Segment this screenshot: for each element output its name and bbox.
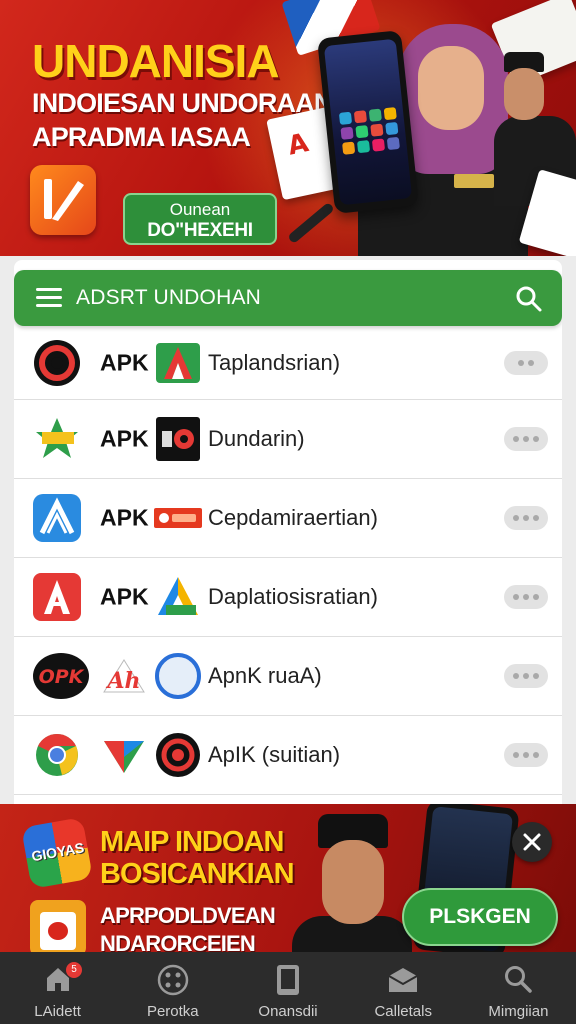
more-options-button[interactable] bbox=[504, 506, 548, 530]
ad-logo-text: GIOYAS bbox=[30, 839, 86, 865]
more-options-button[interactable] bbox=[504, 743, 548, 767]
a-script-logo-icon: Ah bbox=[100, 652, 148, 700]
list-item[interactable]: ApIK (suitian) bbox=[14, 716, 562, 795]
phone-icon bbox=[277, 965, 299, 995]
swirl-logo-icon bbox=[32, 338, 82, 388]
nav-label: Calletals bbox=[374, 1003, 432, 1020]
apps-grid-icon bbox=[157, 964, 189, 996]
list-item[interactable]: APK Taplandsrian) bbox=[14, 326, 562, 400]
nav-label: Perotka bbox=[146, 1003, 199, 1020]
app-banner-icon bbox=[154, 494, 202, 542]
app-name: Dundarin) bbox=[208, 426, 305, 451]
more-options-button[interactable] bbox=[504, 350, 548, 375]
ad-subtitle: APRPODLDVEAN NDARORCEIEN bbox=[100, 902, 276, 952]
ad-title: MAIP INDOAN BOSICANKIAN bbox=[100, 826, 295, 890]
categories-icon bbox=[388, 968, 418, 992]
apk-label: APK bbox=[100, 504, 149, 531]
app-name: Taplandsrian) bbox=[208, 349, 341, 375]
banner-tagline: APRADMA IASAA bbox=[32, 122, 251, 152]
app-store-screen: UNDANISIA INDOIESAN UNDORAAN APRADMA IAS… bbox=[0, 0, 576, 1024]
nav-item-apps[interactable]: Perotka bbox=[115, 952, 230, 1024]
list-item[interactable]: APK Cepdamiraertian) bbox=[14, 479, 562, 558]
app-list-card: ADSRT UNDOHAN APK Taplandsrian) APK Dund… bbox=[14, 260, 562, 806]
man-photo bbox=[292, 814, 412, 952]
app-name: Cepdamiraertian) bbox=[208, 505, 378, 530]
list-item[interactable]: APK Daplatiosisratian) bbox=[14, 558, 562, 637]
list-header: ADSRT UNDOHAN bbox=[14, 270, 562, 326]
a-drive-logo-icon bbox=[154, 573, 202, 621]
notification-badge: 5 bbox=[66, 962, 82, 978]
promo-banner[interactable]: UNDANISIA INDOIESAN UNDORAAN APRADMA IAS… bbox=[0, 0, 576, 256]
search-icon bbox=[505, 966, 533, 993]
app-name: Daplatiosisratian) bbox=[208, 584, 378, 609]
search-icon[interactable] bbox=[514, 284, 544, 314]
app-name: ApnK ruaA) bbox=[208, 663, 322, 688]
list-header-title: ADSRT UNDOHAN bbox=[76, 286, 262, 309]
list-item[interactable]: OPK Ah ApnK ruaA) bbox=[14, 637, 562, 716]
nav-label: LAidett bbox=[34, 1003, 81, 1020]
banner-cta-line2: DO"HEXEHI bbox=[147, 220, 253, 241]
apk-label: APK bbox=[100, 583, 149, 610]
gioyas-logo-icon: GIOYAS bbox=[21, 817, 93, 889]
ad-title-line1: MAIP INDOAN bbox=[100, 826, 284, 858]
bottom-nav: 5 LAidett Perotka Onansdii Calletals Mim… bbox=[0, 952, 576, 1024]
ad-subtitle-line1: APRPODLDVEAN bbox=[100, 903, 276, 928]
chrome-logo-icon bbox=[32, 730, 82, 780]
svg-text:OPK: OPK bbox=[39, 666, 85, 688]
a-red-logo-icon bbox=[32, 572, 82, 622]
nav-item-categories[interactable]: Calletals bbox=[346, 952, 461, 1024]
ad-title-line2: BOSICANKIAN bbox=[100, 858, 295, 890]
apk-label: APK bbox=[100, 349, 149, 375]
ad-banner[interactable]: GIOYAS MAIP INDOAN BOSICANKIAN APRPODLDV… bbox=[0, 804, 576, 952]
swirl-logo-icon bbox=[154, 731, 202, 779]
hamburger-menu-icon[interactable] bbox=[36, 288, 62, 308]
nav-label: Onansdii bbox=[258, 1003, 318, 1020]
a-blue-logo-icon bbox=[32, 493, 82, 543]
more-options-button[interactable] bbox=[504, 427, 548, 451]
nav-item-search[interactable]: Mimgiian bbox=[461, 952, 576, 1024]
close-ad-icon[interactable] bbox=[512, 822, 552, 862]
nav-label: Mimgiian bbox=[488, 1003, 549, 1020]
play-triangle-icon bbox=[100, 731, 148, 779]
app-box-logo-icon bbox=[30, 900, 86, 952]
star-logo-icon bbox=[32, 414, 82, 464]
banner-cta-line1: Ounean bbox=[169, 200, 231, 219]
app-name: ApIK (suitian) bbox=[208, 742, 341, 767]
svg-text:Ah: Ah bbox=[105, 668, 140, 694]
nav-item-phone[interactable]: Onansdii bbox=[230, 952, 345, 1024]
more-options-button[interactable] bbox=[504, 664, 548, 688]
a-letter-logo-icon bbox=[154, 339, 202, 387]
banner-cta-button[interactable]: Ounean DO"HEXEHI bbox=[123, 193, 277, 245]
nav-item-home[interactable]: 5 LAidett bbox=[0, 952, 115, 1024]
apk-label: APK bbox=[100, 425, 149, 452]
ad-subtitle-line2: NDARORCEIEN bbox=[100, 931, 256, 952]
ad-cta-button[interactable]: PLSKGEN bbox=[402, 888, 558, 946]
more-options-button[interactable] bbox=[504, 585, 548, 609]
record-logo-icon bbox=[154, 415, 202, 463]
opk-logo-icon: OPK bbox=[32, 651, 89, 701]
app-list: APK Taplandsrian) APK Dundarin) APK Cepd… bbox=[14, 326, 562, 795]
app-logo-icon bbox=[30, 165, 96, 235]
banner-title: UNDANISIA bbox=[32, 35, 280, 87]
list-item[interactable]: APK Dundarin) bbox=[14, 400, 562, 479]
compass-logo-icon bbox=[154, 652, 202, 700]
